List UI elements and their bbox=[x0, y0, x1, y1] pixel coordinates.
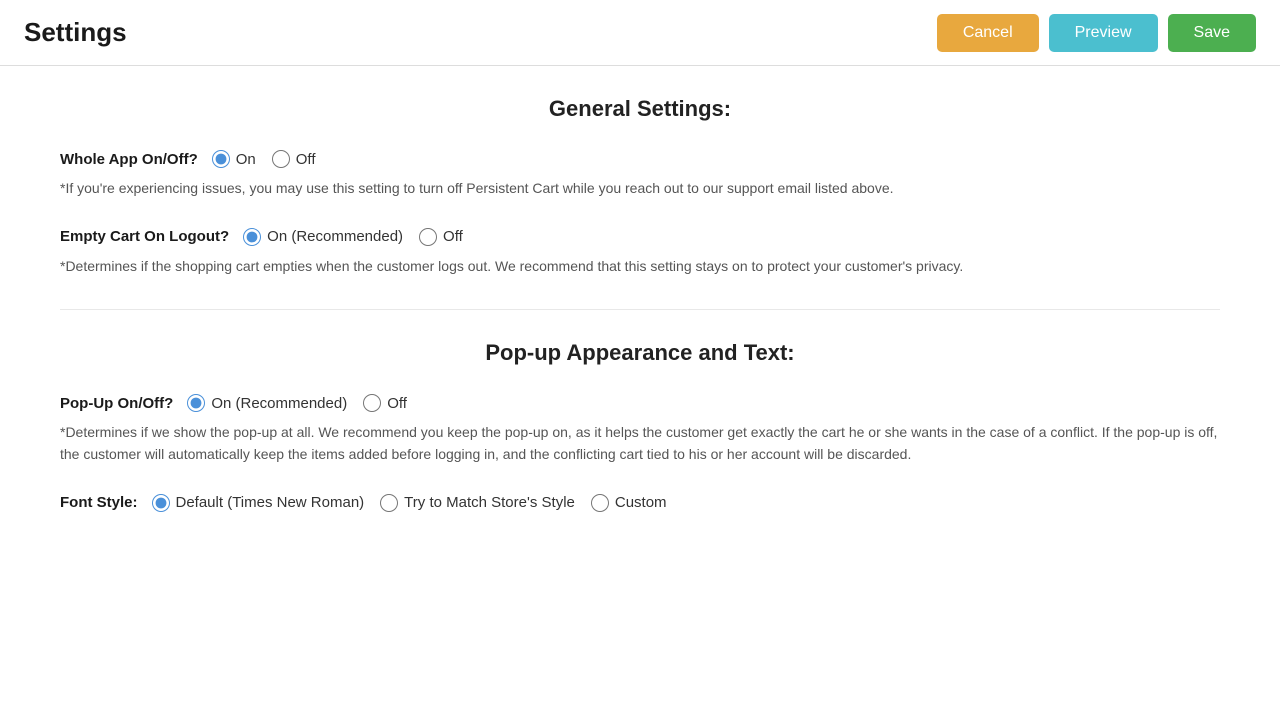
empty-cart-off-label: Off bbox=[443, 228, 463, 245]
popup-off-option[interactable]: Off bbox=[363, 394, 407, 412]
empty-cart-label: Empty Cart On Logout? bbox=[60, 228, 229, 245]
popup-onoff-label: Pop-Up On/Off? bbox=[60, 395, 173, 412]
whole-app-on-label: On bbox=[236, 151, 256, 168]
empty-cart-on-radio[interactable] bbox=[243, 228, 261, 246]
font-custom-label: Custom bbox=[615, 494, 667, 511]
whole-app-off-radio[interactable] bbox=[272, 150, 290, 168]
font-match-store-option[interactable]: Try to Match Store's Style bbox=[380, 494, 575, 512]
whole-app-label: Whole App On/Off? bbox=[60, 151, 198, 168]
general-settings-section: General Settings: Whole App On/Off? On O… bbox=[60, 96, 1220, 277]
font-custom-option[interactable]: Custom bbox=[591, 494, 667, 512]
empty-cart-setting: Empty Cart On Logout? On (Recommended) O… bbox=[60, 228, 1220, 278]
header: Settings Cancel Preview Save bbox=[0, 0, 1280, 66]
popup-onoff-radio-group: On (Recommended) Off bbox=[187, 394, 407, 412]
header-actions: Cancel Preview Save bbox=[937, 14, 1256, 52]
empty-cart-off-option[interactable]: Off bbox=[419, 228, 463, 246]
font-match-store-label: Try to Match Store's Style bbox=[404, 494, 575, 511]
popup-off-label: Off bbox=[387, 395, 407, 412]
empty-cart-off-radio[interactable] bbox=[419, 228, 437, 246]
whole-app-row: Whole App On/Off? On Off bbox=[60, 150, 1220, 168]
main-content: General Settings: Whole App On/Off? On O… bbox=[0, 66, 1280, 720]
font-style-label: Font Style: bbox=[60, 494, 138, 511]
font-style-radio-group: Default (Times New Roman) Try to Match S… bbox=[152, 494, 667, 512]
whole-app-setting: Whole App On/Off? On Off *If you're expe… bbox=[60, 150, 1220, 200]
popup-onoff-setting: Pop-Up On/Off? On (Recommended) Off *Det… bbox=[60, 394, 1220, 465]
save-button[interactable]: Save bbox=[1168, 14, 1256, 52]
font-custom-radio[interactable] bbox=[591, 494, 609, 512]
preview-button[interactable]: Preview bbox=[1049, 14, 1158, 52]
popup-on-label: On (Recommended) bbox=[211, 395, 347, 412]
popup-on-option[interactable]: On (Recommended) bbox=[187, 394, 347, 412]
empty-cart-row: Empty Cart On Logout? On (Recommended) O… bbox=[60, 228, 1220, 246]
whole-app-off-option[interactable]: Off bbox=[272, 150, 316, 168]
font-default-radio[interactable] bbox=[152, 494, 170, 512]
font-default-label: Default (Times New Roman) bbox=[176, 494, 365, 511]
page-title: Settings bbox=[24, 17, 127, 48]
cancel-button[interactable]: Cancel bbox=[937, 14, 1039, 52]
popup-settings-title: Pop-up Appearance and Text: bbox=[60, 340, 1220, 366]
popup-onoff-row: Pop-Up On/Off? On (Recommended) Off bbox=[60, 394, 1220, 412]
whole-app-off-label: Off bbox=[296, 151, 316, 168]
empty-cart-on-option[interactable]: On (Recommended) bbox=[243, 228, 403, 246]
whole-app-description: *If you're experiencing issues, you may … bbox=[60, 178, 1220, 200]
font-default-option[interactable]: Default (Times New Roman) bbox=[152, 494, 365, 512]
empty-cart-radio-group: On (Recommended) Off bbox=[243, 228, 463, 246]
font-style-row: Font Style: Default (Times New Roman) Tr… bbox=[60, 494, 1220, 512]
font-style-setting: Font Style: Default (Times New Roman) Tr… bbox=[60, 494, 1220, 512]
popup-onoff-description: *Determines if we show the pop-up at all… bbox=[60, 422, 1220, 465]
font-match-store-radio[interactable] bbox=[380, 494, 398, 512]
empty-cart-description: *Determines if the shopping cart empties… bbox=[60, 256, 1220, 278]
popup-settings-section: Pop-up Appearance and Text: Pop-Up On/Of… bbox=[60, 340, 1220, 511]
whole-app-on-radio[interactable] bbox=[212, 150, 230, 168]
whole-app-radio-group: On Off bbox=[212, 150, 316, 168]
section-divider bbox=[60, 309, 1220, 310]
whole-app-on-option[interactable]: On bbox=[212, 150, 256, 168]
popup-on-radio[interactable] bbox=[187, 394, 205, 412]
empty-cart-on-label: On (Recommended) bbox=[267, 228, 403, 245]
general-settings-title: General Settings: bbox=[60, 96, 1220, 122]
popup-off-radio[interactable] bbox=[363, 394, 381, 412]
